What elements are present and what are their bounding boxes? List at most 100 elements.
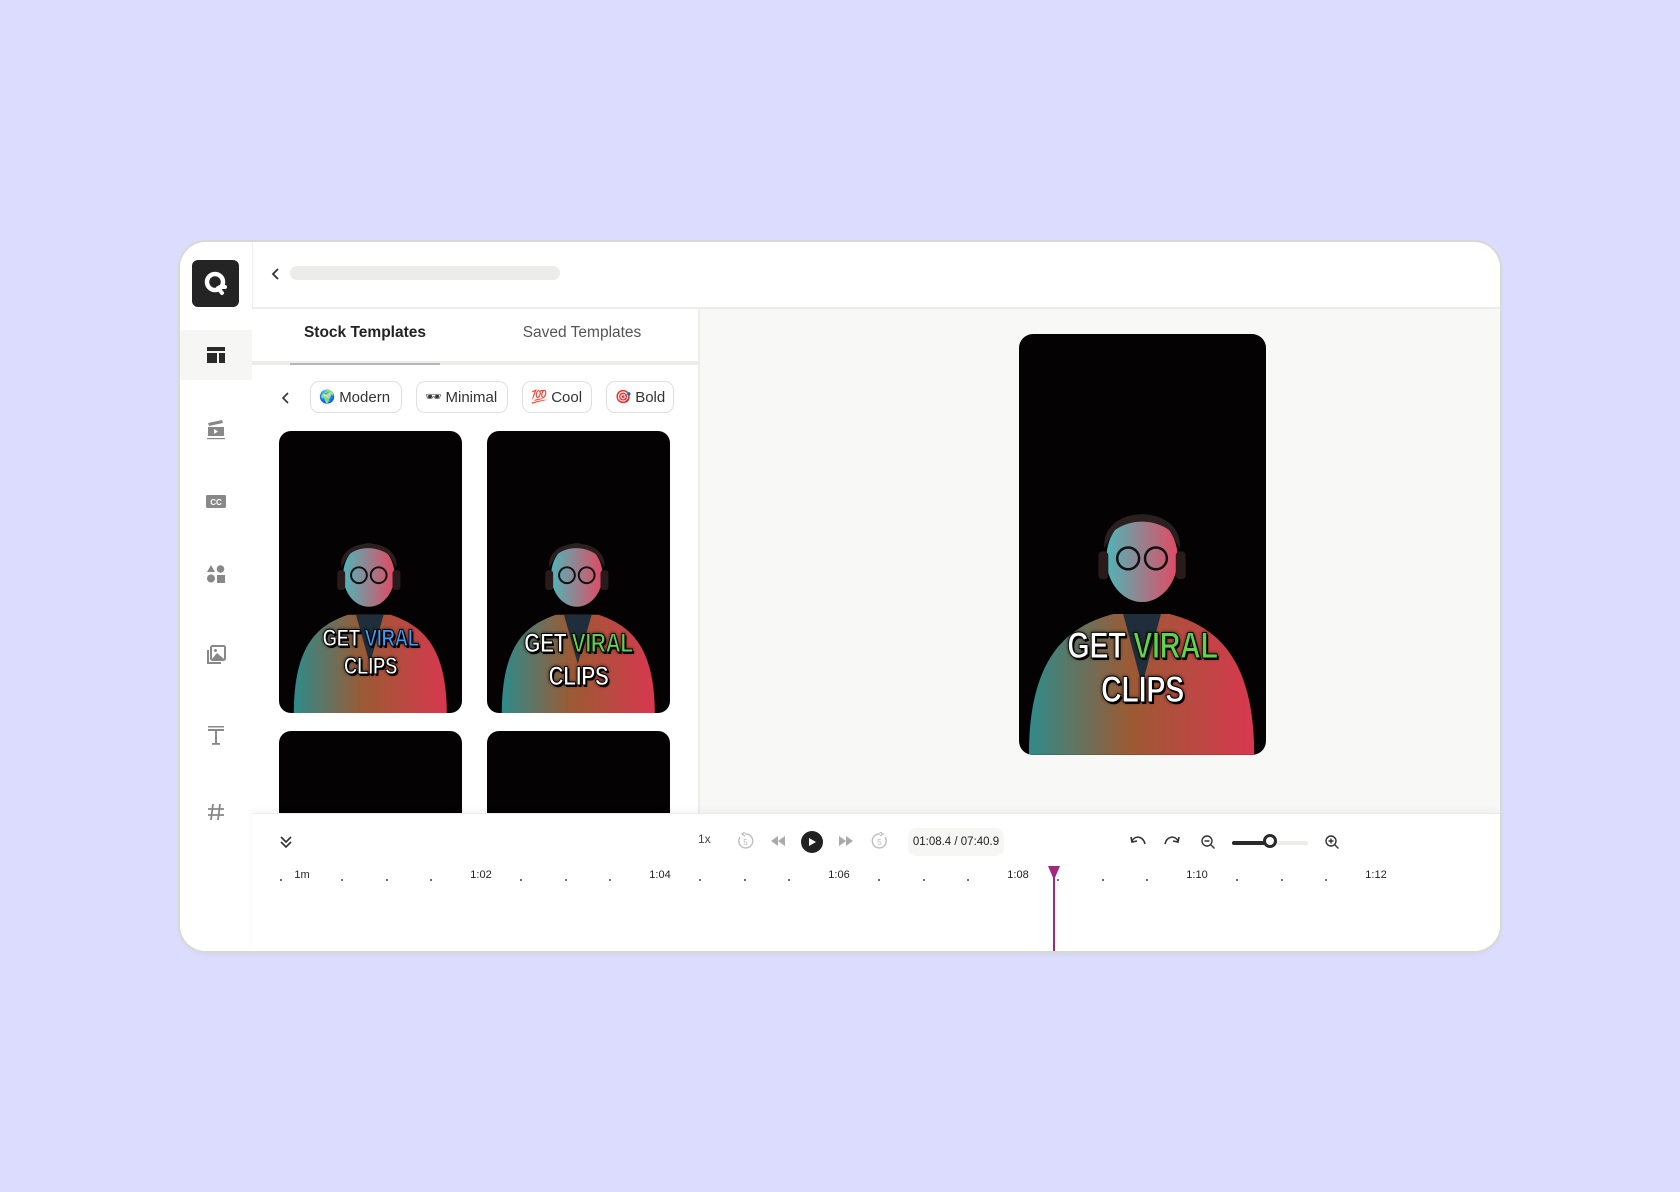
ruler-tick	[1101, 879, 1104, 881]
slider-knob[interactable]	[1263, 834, 1277, 848]
redo-button[interactable]	[1160, 830, 1184, 854]
chip-label: Minimal	[445, 388, 498, 406]
shapes-icon	[207, 565, 225, 583]
template-card[interactable]: GET VIRAL CLIPS	[279, 431, 462, 713]
preview-caption[interactable]: GET VIRAL CLIPS	[1046, 624, 1239, 712]
hundred-points-icon: 💯	[531, 389, 548, 404]
globe-icon: 🌍	[319, 389, 336, 404]
timeline-zoom-slider[interactable]	[1232, 834, 1308, 848]
ruler-tick	[922, 879, 925, 881]
rewind-5-icon: 5	[738, 832, 754, 849]
svg-text:5: 5	[743, 838, 748, 847]
ruler-tick	[1146, 879, 1149, 881]
chip-minimal[interactable]: 🕶 Minimal	[416, 381, 508, 413]
sidebar-item-hashtags[interactable]	[180, 787, 252, 837]
ruler-tick	[1280, 879, 1283, 881]
fast-forward-icon	[839, 836, 853, 846]
templates-panel: Stock Templates Saved Templates 🌍 Modern…	[252, 309, 700, 813]
ruler-tick	[788, 879, 791, 881]
ruler-tick	[519, 879, 522, 881]
fast-forward-button[interactable]	[835, 830, 857, 852]
playhead-handle[interactable]	[1047, 866, 1060, 880]
svg-text:CC: CC	[210, 498, 222, 507]
ruler-tick	[280, 879, 282, 881]
tab-saved-templates[interactable]: Saved Templates	[502, 309, 662, 361]
video-preview[interactable]: GET VIRAL CLIPS	[1019, 334, 1266, 755]
template-card[interactable]	[279, 731, 462, 813]
chip-label: Bold	[635, 388, 666, 406]
sunglasses-icon: 🕶	[425, 389, 442, 404]
timeline-ruler[interactable]: 1m 1:02 1:04 1:06 1:08 1:10 1:12	[252, 869, 1500, 893]
skip-back-5-button[interactable]: 5	[734, 830, 756, 852]
ruler-label: 1:12	[1365, 869, 1387, 881]
images-icon	[207, 645, 226, 664]
redo-icon	[1164, 836, 1180, 845]
chip-label: Cool	[551, 388, 583, 406]
rewind-button[interactable]	[767, 830, 789, 852]
ruler-tick	[340, 879, 343, 881]
tab-stock-templates[interactable]: Stock Templates	[290, 309, 440, 365]
person-photo	[1028, 514, 1255, 755]
clapperboard-icon	[207, 420, 225, 440]
editor-window: CC Stock Templates Saved Templates 🌍 Mod…	[180, 242, 1500, 951]
forward-5-icon: 5	[871, 832, 887, 849]
undo-icon	[1130, 836, 1146, 845]
timeline-panel: 1x 5 5 01:08.4 / 07:40.9 1m 1:02 1:04 1:…	[252, 813, 1500, 951]
back-button[interactable]	[264, 262, 288, 286]
template-card[interactable]: GET VIRAL CLIPS	[487, 431, 670, 713]
collapse-timeline-button[interactable]	[274, 830, 298, 854]
brand-q-logo-icon	[204, 271, 227, 295]
style-filter-chips: 🌍 Modern 🕶 Minimal 💯 Cool 🎯 Bold	[252, 381, 698, 415]
svg-text:5: 5	[877, 838, 882, 847]
sidebar-item-elements[interactable]	[180, 549, 252, 599]
chip-modern[interactable]: 🌍 Modern	[310, 381, 402, 413]
chip-bold[interactable]: 🎯 Bold	[606, 381, 674, 413]
ruler-tick	[430, 879, 433, 881]
target-icon: 🎯	[615, 389, 632, 404]
template-caption: GET VIRAL CLIPS	[524, 628, 634, 692]
zoom-in-icon	[1325, 835, 1339, 849]
zoom-out-button[interactable]	[1196, 830, 1220, 854]
chevron-left-icon	[271, 268, 279, 280]
ruler-tick	[564, 879, 567, 881]
sidebar: CC	[180, 242, 253, 951]
skip-forward-5-button[interactable]: 5	[869, 830, 891, 852]
sidebar-item-images[interactable]	[180, 630, 252, 680]
hash-icon	[208, 803, 224, 821]
rewind-icon	[771, 836, 785, 846]
chips-prev-button[interactable]	[274, 386, 298, 410]
ruler-tick	[877, 879, 880, 881]
template-card[interactable]	[487, 731, 670, 813]
ruler-label: 1:02	[470, 869, 492, 881]
text-icon	[208, 726, 224, 745]
project-title-placeholder	[290, 266, 560, 280]
ruler-label: 1m	[294, 869, 310, 881]
ruler-tick	[385, 879, 388, 881]
chip-label: Modern	[339, 388, 391, 406]
zoom-in-button[interactable]	[1320, 830, 1344, 854]
ruler-label: 1:04	[649, 869, 671, 881]
playback-speed-button[interactable]: 1x	[698, 832, 711, 846]
cc-icon: CC	[206, 495, 226, 508]
sidebar-item-text[interactable]	[180, 710, 252, 760]
layout-template-icon	[207, 347, 225, 363]
template-caption: GET VIRAL CLIPS	[322, 625, 419, 681]
play-button[interactable]	[801, 831, 823, 853]
ruler-tick	[1235, 879, 1238, 881]
ruler-tick	[967, 879, 970, 881]
zoom-out-icon	[1201, 835, 1215, 849]
chip-cool[interactable]: 💯 Cool	[522, 381, 592, 413]
sidebar-item-captions[interactable]: CC	[180, 476, 252, 526]
brand-logo[interactable]	[192, 260, 239, 307]
undo-button[interactable]	[1126, 830, 1150, 854]
ruler-tick	[1325, 879, 1328, 881]
playhead-line[interactable]	[1052, 869, 1055, 951]
chevrons-down-icon	[280, 836, 292, 849]
play-icon	[809, 838, 816, 846]
ruler-tick	[743, 879, 746, 881]
ruler-label: 1:06	[828, 869, 850, 881]
ruler-label: 1:10	[1186, 869, 1208, 881]
sidebar-item-media[interactable]	[180, 404, 252, 454]
sidebar-item-templates[interactable]	[180, 330, 252, 380]
top-header	[252, 242, 1500, 309]
